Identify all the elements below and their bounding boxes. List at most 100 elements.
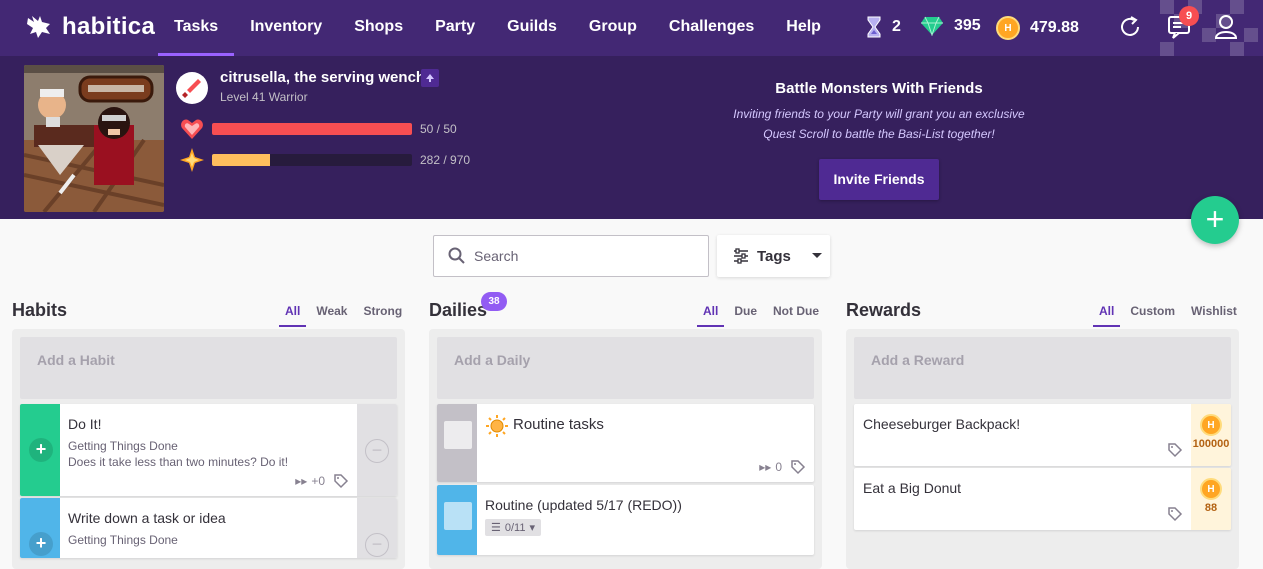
fast-forward-icon: ▸▸ (295, 474, 308, 488)
reward-price: 88 (1204, 502, 1218, 514)
habits-filters: All Weak Strong (279, 304, 402, 327)
level-up-button[interactable] (421, 69, 439, 87)
promo-text: Inviting friends to your Party will gran… (720, 104, 1038, 144)
promo-text-line-1: Inviting friends to your Party will gran… (733, 107, 1025, 121)
habit-task[interactable]: + Do It! Getting Things Done Does it tak… (20, 404, 397, 496)
class-badge (176, 72, 208, 104)
health-heart-icon (181, 119, 203, 139)
sword-icon (182, 79, 201, 98)
reward-item[interactable]: Eat a Big Donut H 88 (854, 468, 1231, 530)
habit-plus-area[interactable]: + (20, 404, 60, 496)
habits-filter-weak[interactable]: Weak (316, 304, 347, 327)
avatar[interactable] (24, 65, 164, 212)
nav-group[interactable]: Group (573, 0, 653, 56)
gold-coin-icon: H (1200, 414, 1222, 436)
habits-filter-all[interactable]: All (279, 304, 307, 327)
habit-task[interactable]: + Write down a task or idea Getting Thin… (20, 498, 397, 558)
nav-tasks[interactable]: Tasks (158, 0, 235, 56)
habit-plus-button[interactable]: + (29, 532, 53, 556)
rewards-filter-wishlist[interactable]: Wishlist (1191, 304, 1237, 327)
hourglass-icon (867, 16, 881, 38)
daily-checkbox[interactable] (444, 421, 472, 449)
logo-text: habitica (62, 13, 156, 40)
task-title: Do It! (68, 416, 102, 432)
health-bar (212, 123, 412, 135)
hero-header: citrusella, the serving wench Level 41 W… (0, 56, 1263, 219)
daily-checkbox-area[interactable] (437, 404, 477, 482)
rewards-filter-custom[interactable]: Custom (1130, 304, 1175, 327)
habit-plus-button[interactable]: + (29, 438, 53, 462)
habit-minus-button[interactable]: − (365, 439, 389, 463)
sync-icon[interactable] (1118, 14, 1142, 40)
experience-bar (212, 154, 412, 166)
daily-streak: 0 (775, 460, 782, 474)
top-navbar: habitica Tasks Inventory Shops Party Gui… (0, 0, 1263, 56)
hero-level: Level 41 Warrior (220, 90, 308, 104)
nav-party[interactable]: Party (419, 0, 491, 56)
habit-plus-area[interactable]: + (20, 498, 60, 558)
experience-text: 282 / 970 (420, 153, 471, 167)
nav-guilds[interactable]: Guilds (491, 0, 573, 56)
dailies-filter-due[interactable]: Due (734, 304, 757, 327)
experience-bar-fill (212, 154, 270, 166)
reward-buy-button[interactable]: H 100000 (1191, 404, 1231, 466)
gem-count: 395 (954, 17, 981, 34)
task-title: Routine tasks (513, 416, 604, 433)
task-notes-line-2: Does it take less than two minutes? Do i… (68, 455, 289, 469)
checklist-icon: ☰ (491, 522, 501, 534)
reward-title: Cheeseburger Backpack! (863, 416, 1021, 432)
habit-minus-area[interactable]: − (357, 404, 397, 496)
habits-filter-strong[interactable]: Strong (363, 304, 402, 327)
tags-filter-button[interactable]: Tags (717, 235, 830, 277)
notification-badge: 9 (1179, 6, 1199, 26)
tag-icon[interactable] (1167, 442, 1183, 458)
tag-icon[interactable] (333, 473, 349, 489)
habit-minus-area[interactable]: − (357, 498, 397, 558)
daily-task[interactable]: Routine (updated 5/17 (REDO)) ☰ 0/11 ▾ (437, 485, 814, 555)
nav-inventory[interactable]: Inventory (234, 0, 338, 56)
nav-help[interactable]: Help (770, 0, 837, 56)
nav-shops[interactable]: Shops (338, 0, 419, 56)
reward-price: 100000 (1192, 438, 1230, 450)
tag-icon[interactable] (790, 459, 806, 475)
gem-icon (921, 16, 943, 36)
invite-friends-button[interactable]: Invite Friends (819, 159, 939, 200)
search-icon (448, 247, 465, 264)
task-meta: ▸▸ 0 (759, 459, 806, 475)
dailies-filter-not-due[interactable]: Not Due (773, 304, 819, 327)
arrow-up-icon (426, 74, 434, 82)
daily-checkbox[interactable] (444, 502, 472, 530)
daily-checkbox-area[interactable] (437, 485, 477, 555)
rewards-filter-all[interactable]: All (1093, 304, 1121, 327)
filter-sliders-icon (734, 248, 748, 264)
gold-coin-icon: H (996, 16, 1020, 40)
dailies-filter-all[interactable]: All (697, 304, 725, 327)
user-icon[interactable] (1214, 14, 1238, 40)
habit-minus-button[interactable]: − (365, 533, 389, 557)
habitica-logo[interactable]: habitica (24, 12, 155, 42)
rewards-filters: All Custom Wishlist (1093, 304, 1237, 327)
hourglass-count: 2 (892, 18, 901, 35)
gold-counter: H 479.88 (996, 16, 1079, 40)
add-daily-input[interactable]: Add a Daily (437, 337, 814, 399)
search-box[interactable] (433, 235, 709, 277)
tags-label: Tags (757, 247, 791, 265)
reward-title: Eat a Big Donut (863, 480, 962, 496)
checklist-toggle[interactable]: ☰ 0/11 ▾ (485, 519, 541, 536)
sun-emoji-icon (486, 415, 508, 437)
search-input[interactable] (474, 248, 694, 264)
add-habit-input[interactable]: Add a Habit (20, 337, 397, 399)
nav-challenges[interactable]: Challenges (653, 0, 770, 56)
reward-item[interactable]: Cheeseburger Backpack! H 100000 (854, 404, 1231, 466)
habits-title: Habits (12, 300, 68, 320)
add-reward-input[interactable]: Add a Reward (854, 337, 1231, 399)
reward-buy-button[interactable]: H 88 (1191, 468, 1231, 530)
promo-title: Battle Monsters With Friends (775, 80, 983, 97)
gold-coin-icon: H (1200, 478, 1222, 500)
tag-icon[interactable] (1167, 506, 1183, 522)
daily-task[interactable]: Routine tasks ▸▸ 0 (437, 404, 814, 482)
health-bar-fill (212, 123, 412, 135)
create-task-button[interactable]: + (1191, 196, 1239, 244)
dailies-filters: All Due Not Due (697, 304, 819, 327)
task-title: Write down a task or idea (68, 510, 226, 526)
